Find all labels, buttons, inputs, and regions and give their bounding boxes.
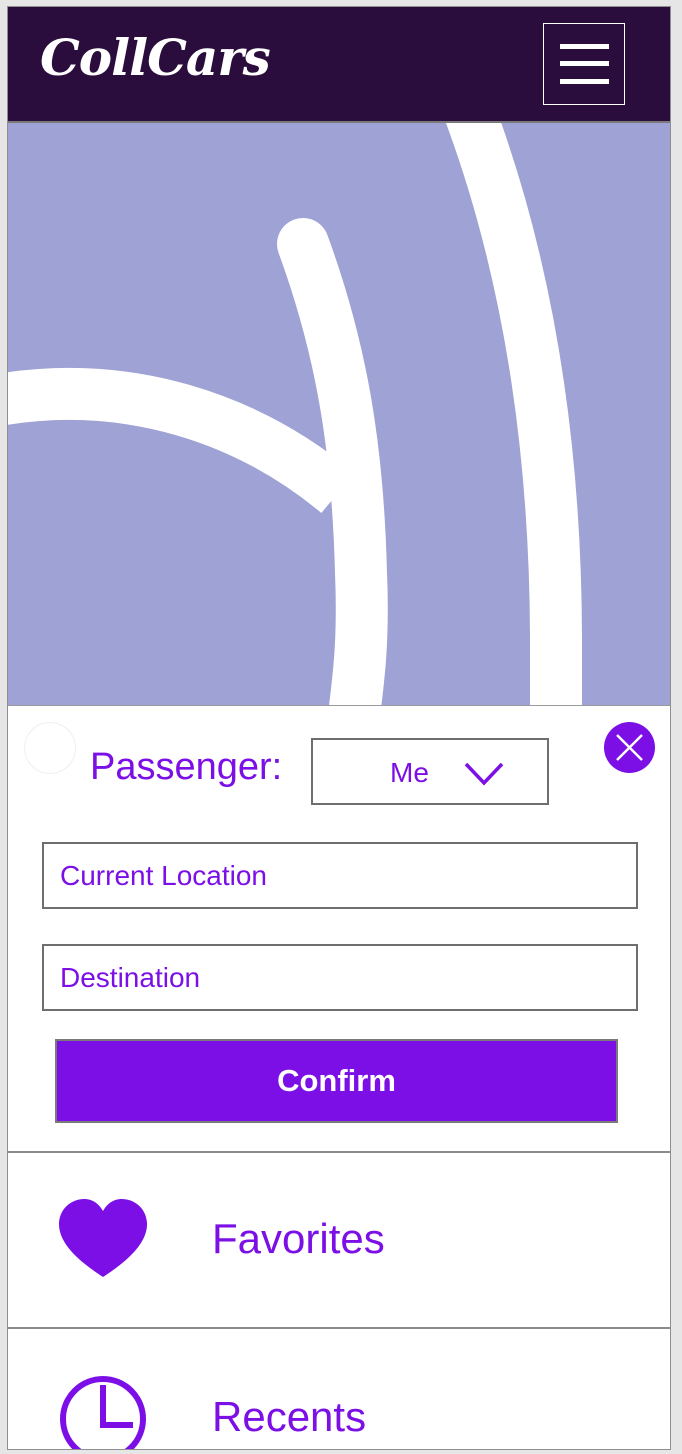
current-location-field: [42, 842, 638, 909]
close-button[interactable]: [604, 722, 655, 773]
passenger-label: Passenger:: [90, 746, 283, 788]
menu-item-recents[interactable]: Recents: [8, 1327, 670, 1449]
heart-icon: [58, 1199, 148, 1277]
current-location-input[interactable]: [44, 844, 636, 907]
hamburger-menu-button[interactable]: [543, 23, 625, 105]
destination-input[interactable]: [44, 946, 636, 1009]
chevron-down-icon: [464, 762, 504, 786]
map-roads: [8, 123, 582, 705]
map-view[interactable]: [8, 123, 670, 705]
app-header: CollCars: [8, 7, 670, 123]
clock-icon: [60, 1376, 146, 1449]
app-frame: CollCars Passenger: Me Current Location …: [7, 6, 671, 1450]
passenger-select-value: Me: [390, 757, 429, 788]
close-icon: [616, 734, 643, 761]
confirm-button[interactable]: Confirm: [55, 1039, 618, 1123]
destination-field: [42, 944, 638, 1011]
favorites-label: Favorites: [212, 1215, 385, 1262]
passenger-select[interactable]: Me: [311, 738, 549, 805]
menu-item-favorites[interactable]: Favorites: [8, 1151, 670, 1325]
app-logo: CollCars: [40, 28, 271, 87]
booking-panel: Passenger: Me Confirm: [8, 705, 670, 1152]
avatar: [24, 722, 76, 774]
recents-label: Recents: [212, 1393, 367, 1440]
hamburger-menu-icon: [560, 44, 609, 49]
